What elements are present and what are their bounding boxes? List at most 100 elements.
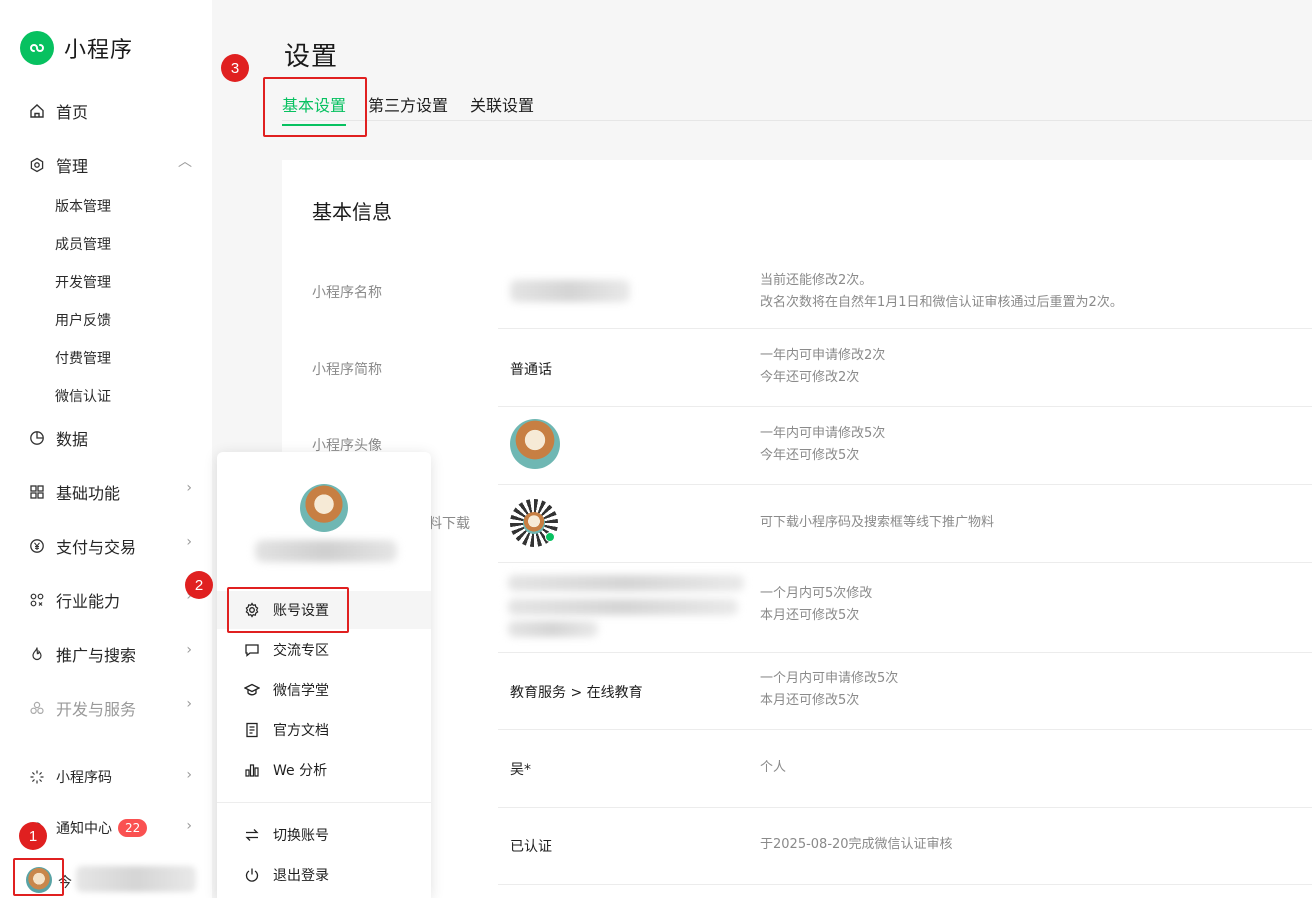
name-redacted: [510, 280, 630, 302]
panel-title: 基本信息: [312, 200, 392, 224]
switch-icon: [243, 826, 261, 844]
grid-icon: [28, 483, 46, 501]
sidebar-item-payment[interactable]: 支付与交易 ›: [28, 534, 198, 558]
sidebar-item-notify[interactable]: 通知中心 22 ›: [28, 818, 198, 838]
menu-item-academy[interactable]: 微信学堂: [217, 671, 431, 709]
info-row-qrcode: 料下载 可下载小程序码及搜索框等线下推广物料: [282, 485, 1312, 563]
info-row-intro: 一个月内可5次修改 本月还可修改5次: [282, 563, 1312, 653]
sidebar-item-label: 管理: [56, 157, 89, 176]
info-row-avatar: 小程序头像 一年内可申请修改5次 今年还可修改5次: [282, 407, 1312, 485]
manage-icon: [28, 156, 46, 174]
sidebar-subitem-feedback[interactable]: 用户反馈: [55, 310, 111, 330]
sidebar-item-dev-service[interactable]: 开发与服务 ›: [28, 696, 198, 720]
sidebar-item-label: 小程序码: [56, 770, 112, 786]
flame-icon: [28, 645, 46, 663]
intro-redacted-line: [508, 599, 738, 615]
menu-item-label: 切换账号: [273, 828, 329, 844]
qrcode-icon: [28, 768, 46, 786]
step-badge-3: 3: [221, 54, 249, 82]
menu-item-we-analytics[interactable]: We 分析: [217, 751, 431, 789]
menu-divider: [217, 802, 431, 803]
subject-value: 吴*: [510, 762, 531, 778]
account-menu-popup: 账号设置 交流专区 微信学堂 官方文档 We 分析 切换账号 退出登录: [217, 452, 431, 898]
menu-item-label: 官方文档: [273, 723, 329, 739]
sidebar: 小程序 首页 管理 ︿ 版本管理 成员管理 开发管理 用户反馈 付费管理 微信认…: [0, 0, 212, 898]
document-icon: [243, 721, 261, 739]
verified-dot-icon: [545, 532, 555, 542]
sidebar-item-label: 数据: [56, 430, 89, 449]
home-icon: [28, 102, 46, 120]
sidebar-item-basic[interactable]: 基础功能 ›: [28, 480, 198, 504]
annotation-box-account-settings: [227, 587, 349, 633]
menu-item-switch-account[interactable]: 切换账号: [217, 816, 431, 854]
chevron-right-icon: ›: [186, 696, 192, 712]
power-icon: [243, 866, 261, 884]
row-label: 小程序简称: [312, 362, 382, 378]
row-note: 个人: [760, 760, 787, 775]
menu-item-label: We 分析: [273, 763, 328, 779]
brand[interactable]: 小程序: [20, 31, 133, 65]
menu-item-label: 交流专区: [273, 643, 329, 659]
tabs-divider: [282, 120, 1312, 121]
step-badge-1: 1: [19, 822, 47, 850]
qrcode-center-avatar: [523, 512, 545, 534]
yen-icon: [28, 537, 46, 555]
info-row-name: 小程序名称 当前还能修改2次。 改名次数将在自然年1月1日和微信认证审核通过后重…: [282, 250, 1312, 329]
row-label: 料下载: [428, 516, 470, 532]
intro-redacted-line: [508, 575, 744, 591]
notification-badge: 22: [118, 819, 148, 837]
sidebar-item-label: 首页: [56, 103, 89, 122]
data-icon: [28, 429, 46, 447]
account-name-redacted: [76, 866, 196, 892]
chevron-right-icon: ›: [186, 480, 192, 496]
sidebar-item-label: 支付与交易: [56, 538, 137, 557]
row-note: 一年内可申请修改5次 今年还可修改5次: [760, 426, 886, 463]
row-label: 小程序名称: [312, 285, 382, 301]
chevron-right-icon: ›: [186, 642, 192, 658]
row-note: 于2025-08-20完成微信认证审核: [760, 837, 953, 852]
brand-name: 小程序: [64, 38, 134, 63]
sidebar-item-manage[interactable]: 管理 ︿: [28, 153, 198, 177]
category-value: 教育服务 > 在线教育: [510, 685, 643, 701]
basic-info-panel: 基本信息 小程序名称 当前还能修改2次。 改名次数将在自然年1月1日和微信认证审…: [282, 160, 1312, 898]
annotation-box-tab: [263, 77, 367, 137]
info-row-verification: 已认证 于2025-08-20完成微信认证审核: [282, 808, 1312, 885]
sidebar-item-home[interactable]: 首页: [28, 99, 198, 123]
popup-account-name-redacted: [255, 540, 397, 562]
mini-program-logo-icon: [20, 31, 54, 65]
intro-redacted-line: [508, 621, 598, 637]
sidebar-subitem-payment[interactable]: 付费管理: [55, 348, 111, 368]
sidebar-item-label: 基础功能: [56, 484, 121, 503]
sidebar-subitem-verify[interactable]: 微信认证: [55, 386, 111, 406]
sidebar-item-qrcode[interactable]: 小程序码 ›: [28, 767, 198, 787]
sidebar-subitem-dev[interactable]: 开发管理: [55, 272, 111, 292]
row-note: 可下载小程序码及搜索框等线下推广物料: [760, 515, 995, 530]
short-name-value: 普通话: [510, 362, 552, 378]
sidebar-item-promote[interactable]: 推广与搜索 ›: [28, 642, 198, 666]
sidebar-item-data[interactable]: 数据: [28, 426, 198, 450]
mini-program-avatar[interactable]: [510, 419, 560, 469]
chevron-right-icon: ›: [186, 767, 192, 783]
sidebar-subitem-version[interactable]: 版本管理: [55, 196, 111, 216]
page-title: 设置: [284, 42, 339, 72]
chat-icon: [243, 641, 261, 659]
sidebar-item-label: 开发与服务: [56, 700, 137, 719]
chevron-up-icon: ︿: [178, 154, 192, 170]
cluster-icon: [28, 699, 46, 717]
menu-item-docs[interactable]: 官方文档: [217, 711, 431, 749]
sidebar-item-industry[interactable]: 行业能力 ›: [28, 588, 198, 612]
menu-item-label: 微信学堂: [273, 683, 329, 699]
menu-item-label: 退出登录: [273, 868, 329, 884]
row-note: 一个月内可申请修改5次 本月还可修改5次: [760, 671, 899, 708]
menu-item-community[interactable]: 交流专区: [217, 631, 431, 669]
row-note: 当前还能修改2次。 改名次数将在自然年1月1日和微信认证审核通过后重置为2次。: [760, 273, 1123, 310]
annotation-box-avatar: [13, 858, 64, 896]
menu-item-logout[interactable]: 退出登录: [217, 856, 431, 894]
chevron-right-icon: ›: [186, 534, 192, 550]
sidebar-item-label: 行业能力: [56, 592, 121, 611]
sidebar-subitem-members[interactable]: 成员管理: [55, 234, 111, 254]
sidebar-item-label: 推广与搜索: [56, 646, 137, 665]
industry-icon: [28, 591, 46, 609]
info-row-subject: 吴* 个人: [282, 730, 1312, 808]
popup-avatar: [300, 484, 348, 532]
